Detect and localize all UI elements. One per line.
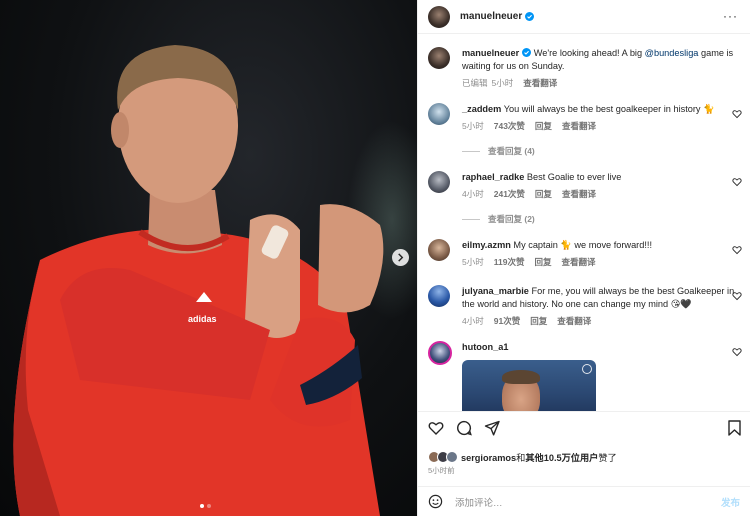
view-replies-label[interactable]: 查看回复 (4) xyxy=(488,145,535,158)
comment-username[interactable]: raphael_radke xyxy=(462,172,524,182)
comment-username[interactable]: julyana_marbie xyxy=(462,286,529,296)
mention-link[interactable]: @bundesliga xyxy=(645,48,699,58)
likes-count[interactable]: 其他10.5万位用户 xyxy=(525,453,598,463)
image-options-icon[interactable] xyxy=(582,364,592,374)
comment-time: 4小时 xyxy=(462,316,484,326)
likes-suffix: 赞了 xyxy=(598,453,617,463)
commenter-avatar[interactable] xyxy=(428,103,450,125)
comment-icon[interactable] xyxy=(456,420,472,436)
heart-icon[interactable] xyxy=(732,177,742,187)
replies-divider xyxy=(462,151,480,152)
likes-connector: 和 xyxy=(516,453,526,463)
comment-likes[interactable]: 743次赞 xyxy=(494,120,525,133)
translate-button[interactable]: 查看翻译 xyxy=(562,188,596,201)
post-actions: sergioramos和其他10.5万位用户赞了 5小时前 添加评论… 发布 xyxy=(418,411,750,516)
post-timestamp: 5小时前 xyxy=(428,466,455,475)
verified-icon xyxy=(525,12,535,21)
verified-icon xyxy=(522,48,532,57)
next-media-button[interactable] xyxy=(392,249,409,266)
carousel-dot xyxy=(207,504,211,508)
post-comment-button[interactable]: 发布 xyxy=(721,495,740,509)
caption-username[interactable]: manuelneuer xyxy=(462,48,519,58)
commenter-avatar[interactable] xyxy=(428,239,450,261)
caption-text-part: We're looking ahead! A big xyxy=(533,48,645,58)
post-panel: manuelneuer ··· manuelneuer We're lookin… xyxy=(417,0,750,516)
view-replies-button[interactable]: 查看回复 (2) xyxy=(462,213,742,226)
translate-button[interactable]: 查看翻译 xyxy=(557,315,591,328)
caption-status: 已编辑 xyxy=(462,78,488,88)
caption-time: 5小时 xyxy=(491,78,514,88)
post-header: manuelneuer ··· xyxy=(418,0,750,34)
heart-icon[interactable] xyxy=(732,109,742,119)
reply-button[interactable]: 回复 xyxy=(535,188,552,201)
view-replies-button[interactable]: 查看回复 (4) xyxy=(462,145,742,158)
comment-time: 5小时 xyxy=(462,121,484,131)
more-icon[interactable]: ··· xyxy=(723,10,738,22)
caption: manuelneuer We're looking ahead! A big @… xyxy=(428,47,742,90)
comment-text: My captain 🐈 we move forward!!! xyxy=(513,240,653,250)
post-media[interactable]: adidas xyxy=(0,0,417,516)
comments-list[interactable]: manuelneuer We're looking ahead! A big @… xyxy=(418,35,750,411)
author-avatar[interactable] xyxy=(428,5,450,28)
comment-likes[interactable]: 119次赞 xyxy=(494,256,525,269)
carousel-indicator xyxy=(200,504,211,508)
comment-item: raphael_radke Best Goalie to ever live 4… xyxy=(428,171,742,226)
translate-button[interactable]: 查看翻译 xyxy=(562,120,596,133)
reply-button[interactable]: 回复 xyxy=(530,315,547,328)
comment-username[interactable]: eilmy.azmn xyxy=(462,240,511,250)
translate-button[interactable]: 查看翻译 xyxy=(561,256,595,269)
reply-button[interactable]: 回复 xyxy=(534,256,551,269)
comment-time: 4小时 xyxy=(462,189,484,199)
emoji-icon[interactable] xyxy=(428,494,443,509)
comment-username[interactable]: _zaddem xyxy=(462,104,501,114)
comment-item: _zaddem You will always be the best goal… xyxy=(428,103,742,158)
heart-icon[interactable] xyxy=(428,420,444,436)
comment-text: You will always be the best goalkeeper i… xyxy=(503,104,715,114)
share-icon[interactable] xyxy=(484,420,500,436)
commenter-avatar[interactable] xyxy=(428,171,450,193)
heart-icon[interactable] xyxy=(732,245,742,255)
reply-button[interactable]: 回复 xyxy=(535,120,552,133)
comment-composer: 添加评论… 发布 xyxy=(418,486,750,516)
author-username[interactable]: manuelneuer xyxy=(460,11,522,22)
heart-icon[interactable] xyxy=(732,291,742,301)
caption-translate-button[interactable]: 查看翻译 xyxy=(523,77,557,90)
next-arrow-icon xyxy=(398,253,404,262)
commenter-avatar[interactable] xyxy=(428,285,450,307)
action-icons xyxy=(428,420,500,436)
likes-summary[interactable]: sergioramos和其他10.5万位用户赞了 xyxy=(428,450,617,464)
comment-likes[interactable]: 241次赞 xyxy=(494,188,525,201)
comment-image[interactable] xyxy=(462,360,596,411)
liker-avatar xyxy=(446,451,458,463)
bookmark-icon[interactable] xyxy=(727,420,742,436)
image-hair xyxy=(502,370,540,384)
comment-item: hutoon_a1 xyxy=(428,341,742,411)
commenter-avatar[interactable] xyxy=(428,341,452,365)
comment-likes[interactable]: 91次赞 xyxy=(494,315,520,328)
heart-icon[interactable] xyxy=(732,347,742,357)
likes-username[interactable]: sergioramos xyxy=(461,453,516,463)
view-replies-label[interactable]: 查看回复 (2) xyxy=(488,213,535,226)
player-photo xyxy=(13,45,384,516)
comment-item: julyana_marbie For me, you will always b… xyxy=(428,285,742,328)
comment-username[interactable]: hutoon_a1 xyxy=(462,342,508,352)
comment-input[interactable]: 添加评论… xyxy=(455,495,721,509)
caption-avatar[interactable] xyxy=(428,47,450,69)
comment-item: eilmy.azmn My captain 🐈 we move forward!… xyxy=(428,239,742,269)
carousel-dot-active xyxy=(200,504,204,508)
comment-text: Best Goalie to ever live xyxy=(526,172,622,182)
comment-time: 5小时 xyxy=(462,257,484,267)
replies-divider xyxy=(462,219,480,220)
shirt-brand-logo: adidas xyxy=(188,314,217,324)
instagram-post-view: adidas manuelneuer ··· manuelneuer We're… xyxy=(0,0,750,516)
